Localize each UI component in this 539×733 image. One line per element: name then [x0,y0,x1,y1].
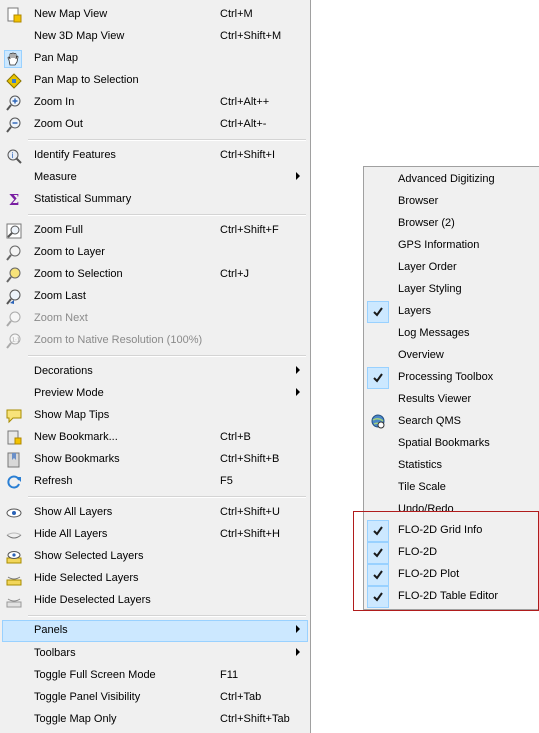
hide-deselected-layers-icon [6,593,22,609]
menu-item-decorations[interactable]: Decorations [2,361,308,383]
menu-item-new-map-view[interactable]: New Map View Ctrl+M [2,4,308,26]
menu-item-measure[interactable]: Measure [2,167,308,189]
checkmark-icon [367,564,389,586]
submenu-arrow-icon [296,648,300,656]
panels-submenu: Advanced Digitizing Browser Browser (2) … [363,166,539,610]
checkmark-icon [367,542,389,564]
zoom-layer-icon [6,245,22,261]
submenu-arrow-icon [296,366,300,374]
menu-item-zoom-out[interactable]: Zoom Out Ctrl+Alt+- [2,114,308,136]
zoom-last-icon [6,289,22,305]
menu-item-statistical-summary[interactable]: Σ Statistical Summary [2,189,308,211]
menu-item-toggle-map-only[interactable]: Toggle Map Only Ctrl+Shift+Tab [2,709,308,731]
checkmark-icon [367,520,389,542]
submenu-arrow-icon [296,388,300,396]
panel-item-browser-2[interactable]: Browser (2) [366,213,536,235]
panel-item-layer-styling[interactable]: Layer Styling [366,279,536,301]
pan-selection-icon [6,73,22,89]
menu-item-refresh[interactable]: Refresh F5 [2,471,308,493]
show-all-layers-icon [6,505,22,521]
menu-item-new-bookmark[interactable]: New Bookmark... Ctrl+B [2,427,308,449]
menu-item-new-3d-map-view[interactable]: New 3D Map View Ctrl+Shift+M [2,26,308,48]
hide-selected-layers-icon [6,571,22,587]
sigma-icon: Σ [8,191,20,209]
menu-item-show-bookmarks[interactable]: Show Bookmarks Ctrl+Shift+B [2,449,308,471]
search-qms-icon [370,414,386,430]
panel-item-processing-toolbox[interactable]: Processing Toolbox [366,367,536,389]
panel-item-log-messages[interactable]: Log Messages [366,323,536,345]
checkmark-icon [367,301,389,323]
menu-item-zoom-to-selection[interactable]: Zoom to Selection Ctrl+J [2,264,308,286]
menu-item-toolbars[interactable]: Toolbars [2,643,308,665]
refresh-icon [6,474,22,490]
menu-separator [28,139,306,141]
menu-item-hide-selected-layers[interactable]: Hide Selected Layers [2,568,308,590]
panel-item-browser[interactable]: Browser [366,191,536,213]
new-map-view-icon [6,7,22,23]
menu-item-show-all-layers[interactable]: Show All Layers Ctrl+Shift+U [2,502,308,524]
svg-text:i: i [11,151,13,160]
zoom-in-icon [6,95,22,111]
checkmark-icon [367,367,389,389]
menu-item-zoom-last[interactable]: Zoom Last [2,286,308,308]
panel-item-search-qms[interactable]: Search QMS [366,411,536,433]
menu-separator [28,496,306,498]
show-selected-layers-icon [6,549,22,565]
panel-item-flo-2d-grid-info[interactable]: FLO-2D Grid Info [366,520,536,542]
svg-text:1:1: 1:1 [12,338,20,344]
hide-all-layers-icon [6,527,22,543]
menu-item-preview-mode[interactable]: Preview Mode [2,383,308,405]
menu-separator [28,615,306,617]
menu-item-identify-features[interactable]: i Identify Features Ctrl+Shift+I [2,145,308,167]
panel-item-gps-information[interactable]: GPS Information [366,235,536,257]
panel-item-statistics[interactable]: Statistics [366,455,536,477]
panel-item-spatial-bookmarks[interactable]: Spatial Bookmarks [366,433,536,455]
panel-item-undo-redo[interactable]: Undo/Redo [366,499,536,511]
menu-separator [28,355,306,357]
panel-item-overview[interactable]: Overview [366,345,536,367]
zoom-native-icon: 1:1 [6,333,22,349]
panel-item-layer-order[interactable]: Layer Order [366,257,536,279]
menu-item-hide-deselected-layers[interactable]: Hide Deselected Layers [2,590,308,612]
new-bookmark-icon [6,430,22,446]
zoom-next-icon [6,311,22,327]
panel-item-flo-2d-table-editor[interactable]: FLO-2D Table Editor [366,586,536,608]
menu-item-pan-map[interactable]: Pan Map [2,48,308,70]
zoom-full-icon [6,223,22,239]
panel-item-flo-2d[interactable]: FLO-2D [366,542,536,564]
pan-hand-icon [4,50,22,68]
menu-separator [28,214,306,216]
panel-item-tile-scale[interactable]: Tile Scale [366,477,536,499]
menu-item-pan-map-to-selection[interactable]: Pan Map to Selection [2,70,308,92]
panel-item-results-viewer[interactable]: Results Viewer [366,389,536,411]
menu-item-show-selected-layers[interactable]: Show Selected Layers [2,546,308,568]
view-menu: New Map View Ctrl+M New 3D Map View Ctrl… [0,0,311,733]
bookmarks-icon [6,452,22,468]
identify-icon: i [6,148,22,164]
zoom-out-icon [6,117,22,133]
submenu-arrow-icon [296,625,300,633]
menu-item-toggle-panel-visibility[interactable]: Toggle Panel Visibility Ctrl+Tab [2,687,308,709]
menu-item-zoom-to-layer[interactable]: Zoom to Layer [2,242,308,264]
menu-item-show-map-tips[interactable]: Show Map Tips [2,405,308,427]
zoom-selection-icon [6,267,22,283]
menu-item-panels[interactable]: Panels [2,620,308,642]
panel-item-advanced-digitizing[interactable]: Advanced Digitizing [366,169,536,191]
submenu-arrow-icon [296,172,300,180]
map-tips-icon [6,408,22,424]
menu-item-toggle-full-screen[interactable]: Toggle Full Screen Mode F11 [2,665,308,687]
panel-item-layers[interactable]: Layers [366,301,536,323]
menu-item-zoom-next[interactable]: Zoom Next [2,308,308,330]
menu-item-zoom-full[interactable]: Zoom Full Ctrl+Shift+F [2,220,308,242]
panel-item-flo-2d-plot[interactable]: FLO-2D Plot [366,564,536,586]
checkmark-icon [367,586,389,608]
menu-item-hide-all-layers[interactable]: Hide All Layers Ctrl+Shift+H [2,524,308,546]
menu-item-zoom-native-resolution[interactable]: 1:1 Zoom to Native Resolution (100%) [2,330,308,352]
menu-item-zoom-in[interactable]: Zoom In Ctrl+Alt++ [2,92,308,114]
